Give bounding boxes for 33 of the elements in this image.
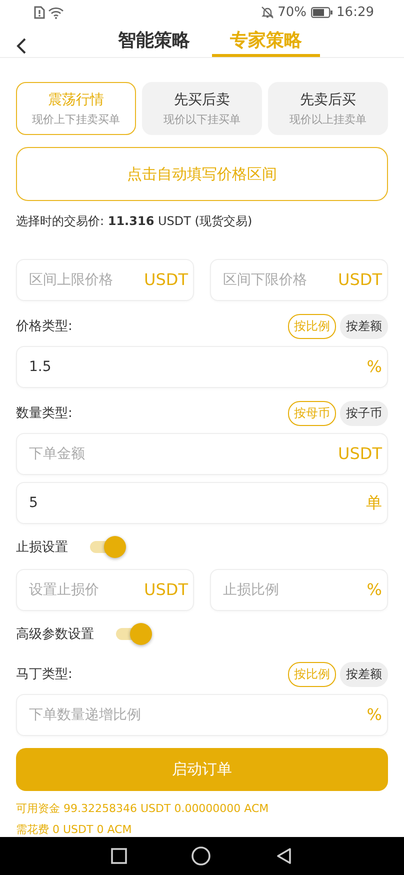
toggle-label: 高级参数设置 bbox=[16, 626, 94, 644]
unit-label: USDT bbox=[144, 580, 188, 600]
battery-percent: 70% bbox=[278, 5, 307, 20]
home-nav-icon[interactable] bbox=[191, 846, 211, 866]
field-label: 价格类型: bbox=[16, 318, 74, 336]
unit-label: USDT bbox=[144, 270, 188, 290]
toggle-label: 止损设置 bbox=[16, 539, 68, 556]
battery-icon bbox=[310, 7, 333, 18]
balance-text: 可用资金 99.32258346 USDT 0.00000000 ACM bbox=[16, 801, 270, 816]
unit-label: % bbox=[366, 705, 382, 726]
unit-label: 单 bbox=[366, 493, 382, 514]
back-nav-icon[interactable] bbox=[275, 847, 293, 866]
option-chip[interactable]: 按差额 bbox=[340, 314, 388, 339]
unit-label: USDT bbox=[338, 270, 382, 290]
unit-label: % bbox=[366, 580, 382, 600]
field-label: 马丁类型: bbox=[16, 666, 74, 684]
muted-bell-icon bbox=[260, 6, 274, 20]
option-chip[interactable]: 按差额 bbox=[340, 662, 388, 687]
option-chip[interactable]: 按子币 bbox=[340, 400, 388, 426]
sim-card-icon bbox=[34, 6, 45, 20]
field-label: 数量类型: bbox=[16, 405, 74, 422]
square-nav-icon[interactable] bbox=[111, 848, 127, 864]
unit-label: USDT bbox=[338, 444, 382, 464]
tab[interactable]: 智能策略 bbox=[100, 26, 208, 58]
price-note: 选择时的交易价: 11.316 USDT (现货交易) bbox=[16, 213, 254, 230]
wifi-icon bbox=[48, 6, 64, 19]
mode-card[interactable]: 先卖后买 现价以上挂卖单 bbox=[268, 82, 388, 136]
toggle-switch[interactable] bbox=[114, 622, 154, 646]
toggle-switch[interactable] bbox=[88, 535, 128, 560]
unit-label: % bbox=[366, 357, 382, 378]
balance-text: 需花费 0 USDT 0 ACM bbox=[16, 822, 133, 838]
clock-time: 16:29 bbox=[336, 5, 374, 20]
mode-card[interactable]: 先买后卖 现价以下挂买单 bbox=[142, 82, 262, 136]
